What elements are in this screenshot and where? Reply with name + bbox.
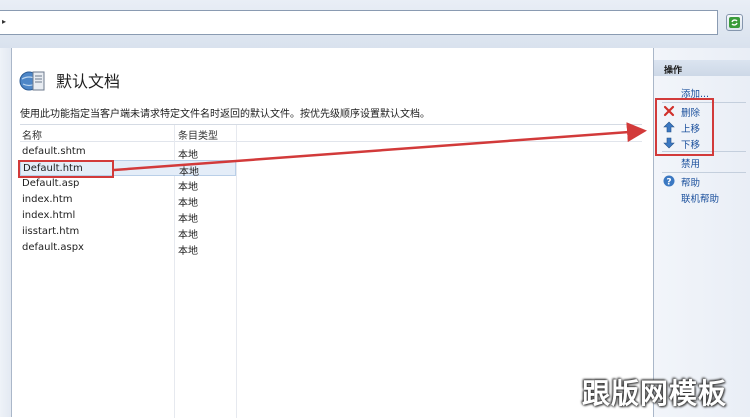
annotation-arrow bbox=[113, 122, 647, 172]
watermark-text: 跟版网模板 bbox=[582, 377, 728, 410]
